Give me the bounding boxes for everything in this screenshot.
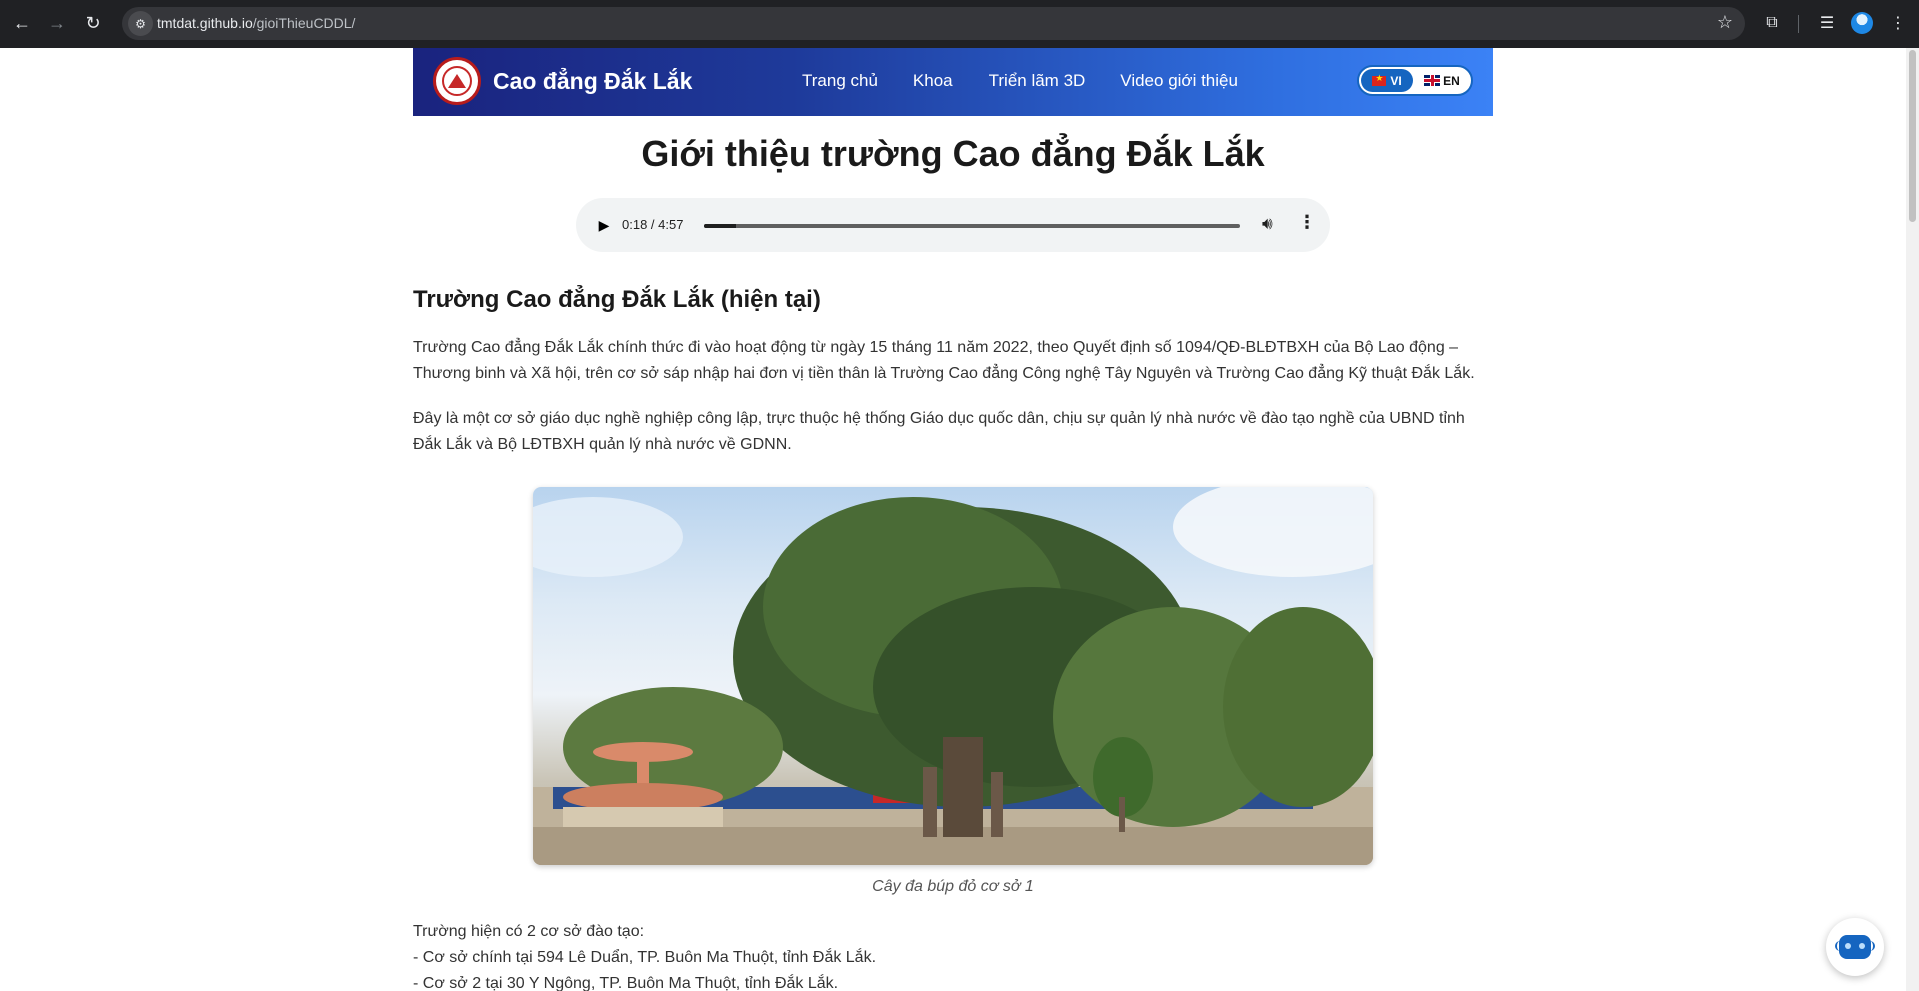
nav-home[interactable]: Trang chủ <box>802 71 878 91</box>
main-nav: Trang chủ Khoa Triển lãm 3D Video giới t… <box>802 71 1273 91</box>
lang-vi-button[interactable]: VI <box>1361 69 1413 92</box>
description-paragraph: Đây là một cơ sở giáo dục nghề nghiệp cô… <box>413 410 1465 453</box>
chatbot-button[interactable] <box>1826 918 1884 976</box>
robot-icon <box>1835 935 1875 959</box>
reading-list-icon: ☰ <box>1819 15 1835 32</box>
lang-en-button[interactable]: EN <box>1419 69 1465 92</box>
nav-faculty[interactable]: Khoa <box>913 71 953 91</box>
page-scrollbar[interactable] <box>1906 48 1919 991</box>
play-icon: ▶ <box>598 216 610 233</box>
bookmark-button[interactable]: ☆ <box>1717 12 1733 33</box>
url-path: /gioiThieuCDDL/ <box>252 15 356 31</box>
reading-list-button[interactable]: ☰ <box>1815 11 1839 35</box>
site-brand[interactable]: Cao đẳng Đắk Lắk <box>493 68 692 95</box>
audio-player: ▶ 0:18 / 4:57 🔊︎ ⋮ <box>576 198 1330 252</box>
lang-en-label: EN <box>1443 73 1460 88</box>
audio-time: 0:18 / 4:57 <box>622 217 684 232</box>
reload-icon: ↻ <box>85 12 101 33</box>
volume-button[interactable]: 🔊︎ <box>1262 214 1273 234</box>
college-logo[interactable] <box>433 57 481 105</box>
volume-icon: 🔊︎ <box>1262 214 1273 233</box>
scrollbar-thumb[interactable] <box>1909 50 1916 222</box>
nav-3d-exhibition[interactable]: Triển lãm 3D <box>989 71 1086 91</box>
campus-item: - Cơ sở 2 tại 30 Y Ngông, TP. Buôn Ma Th… <box>413 975 839 991</box>
reload-button[interactable]: ↻ <box>80 10 106 36</box>
star-icon: ☆ <box>1716 12 1733 32</box>
photo-caption: Cây đa búp đỏ cơ sở 1 <box>872 878 1034 895</box>
vietnam-flag-icon <box>1372 73 1387 86</box>
toolbar-divider <box>1798 15 1799 33</box>
nav-intro-video[interactable]: Video giới thiệu <box>1120 71 1238 91</box>
puzzle-icon: ⧉ <box>1766 14 1778 31</box>
uk-flag-icon <box>1424 75 1441 86</box>
forward-button[interactable]: → <box>44 10 70 36</box>
page-viewport: Cao đẳng Đắk Lắk Trang chủ Khoa Triển lã… <box>0 48 1906 991</box>
back-button[interactable]: ← <box>9 10 35 36</box>
page-title: Giới thiệu trường Cao đẳng Đắk Lắk <box>641 133 1265 174</box>
campus-item: - Cơ sở chính tại 594 Lê Duẩn, TP. Buôn … <box>413 949 877 966</box>
address-bar[interactable]: ⚙ tmtdat.github.io/gioiThieuCDDL/ ☆ <box>122 7 1745 40</box>
logo-emblem <box>442 66 472 96</box>
campus-list: Trường hiện có 2 cơ sở đào tạo: - Cơ sở … <box>413 919 1493 991</box>
section-heading: Trường Cao đẳng Đắk Lắk (hiện tại) <box>413 286 821 313</box>
extensions-button[interactable]: ⧉ <box>1760 11 1784 35</box>
kebab-menu-icon: ⋮ <box>1890 15 1906 32</box>
campus-tree-photo <box>533 487 1373 865</box>
audio-progress-fill <box>704 224 737 228</box>
url-host: tmtdat.github.io <box>157 15 253 31</box>
lang-vi-label: VI <box>1390 73 1402 88</box>
site-info-button[interactable]: ⚙ <box>128 11 153 36</box>
profile-avatar[interactable] <box>1851 12 1873 34</box>
language-switcher: VI EN <box>1357 65 1473 96</box>
browser-toolbar: ← → ↻ ⚙ tmtdat.github.io/gioiThieuCDDL/ … <box>0 0 1919 48</box>
site-header: Cao đẳng Đắk Lắk Trang chủ Khoa Triển lã… <box>413 48 1493 116</box>
arrow-left-icon: ← <box>13 12 31 33</box>
url-text[interactable]: tmtdat.github.io/gioiThieuCDDL/ <box>157 15 355 31</box>
arrow-right-icon: → <box>48 12 66 33</box>
browser-menu-button[interactable]: ⋮ <box>1886 11 1910 35</box>
audio-seek-bar[interactable] <box>704 224 1240 228</box>
audio-more-button[interactable]: ⋮ <box>1298 212 1316 233</box>
play-button[interactable]: ▶ <box>588 209 620 241</box>
campus-intro: Trường hiện có 2 cơ sở đào tạo: <box>413 923 645 940</box>
intro-paragraph: Trường Cao đẳng Đắk Lắk chính thức đi và… <box>413 339 1475 382</box>
kebab-menu-icon: ⋮ <box>1298 212 1316 232</box>
tune-icon: ⚙ <box>135 16 146 31</box>
